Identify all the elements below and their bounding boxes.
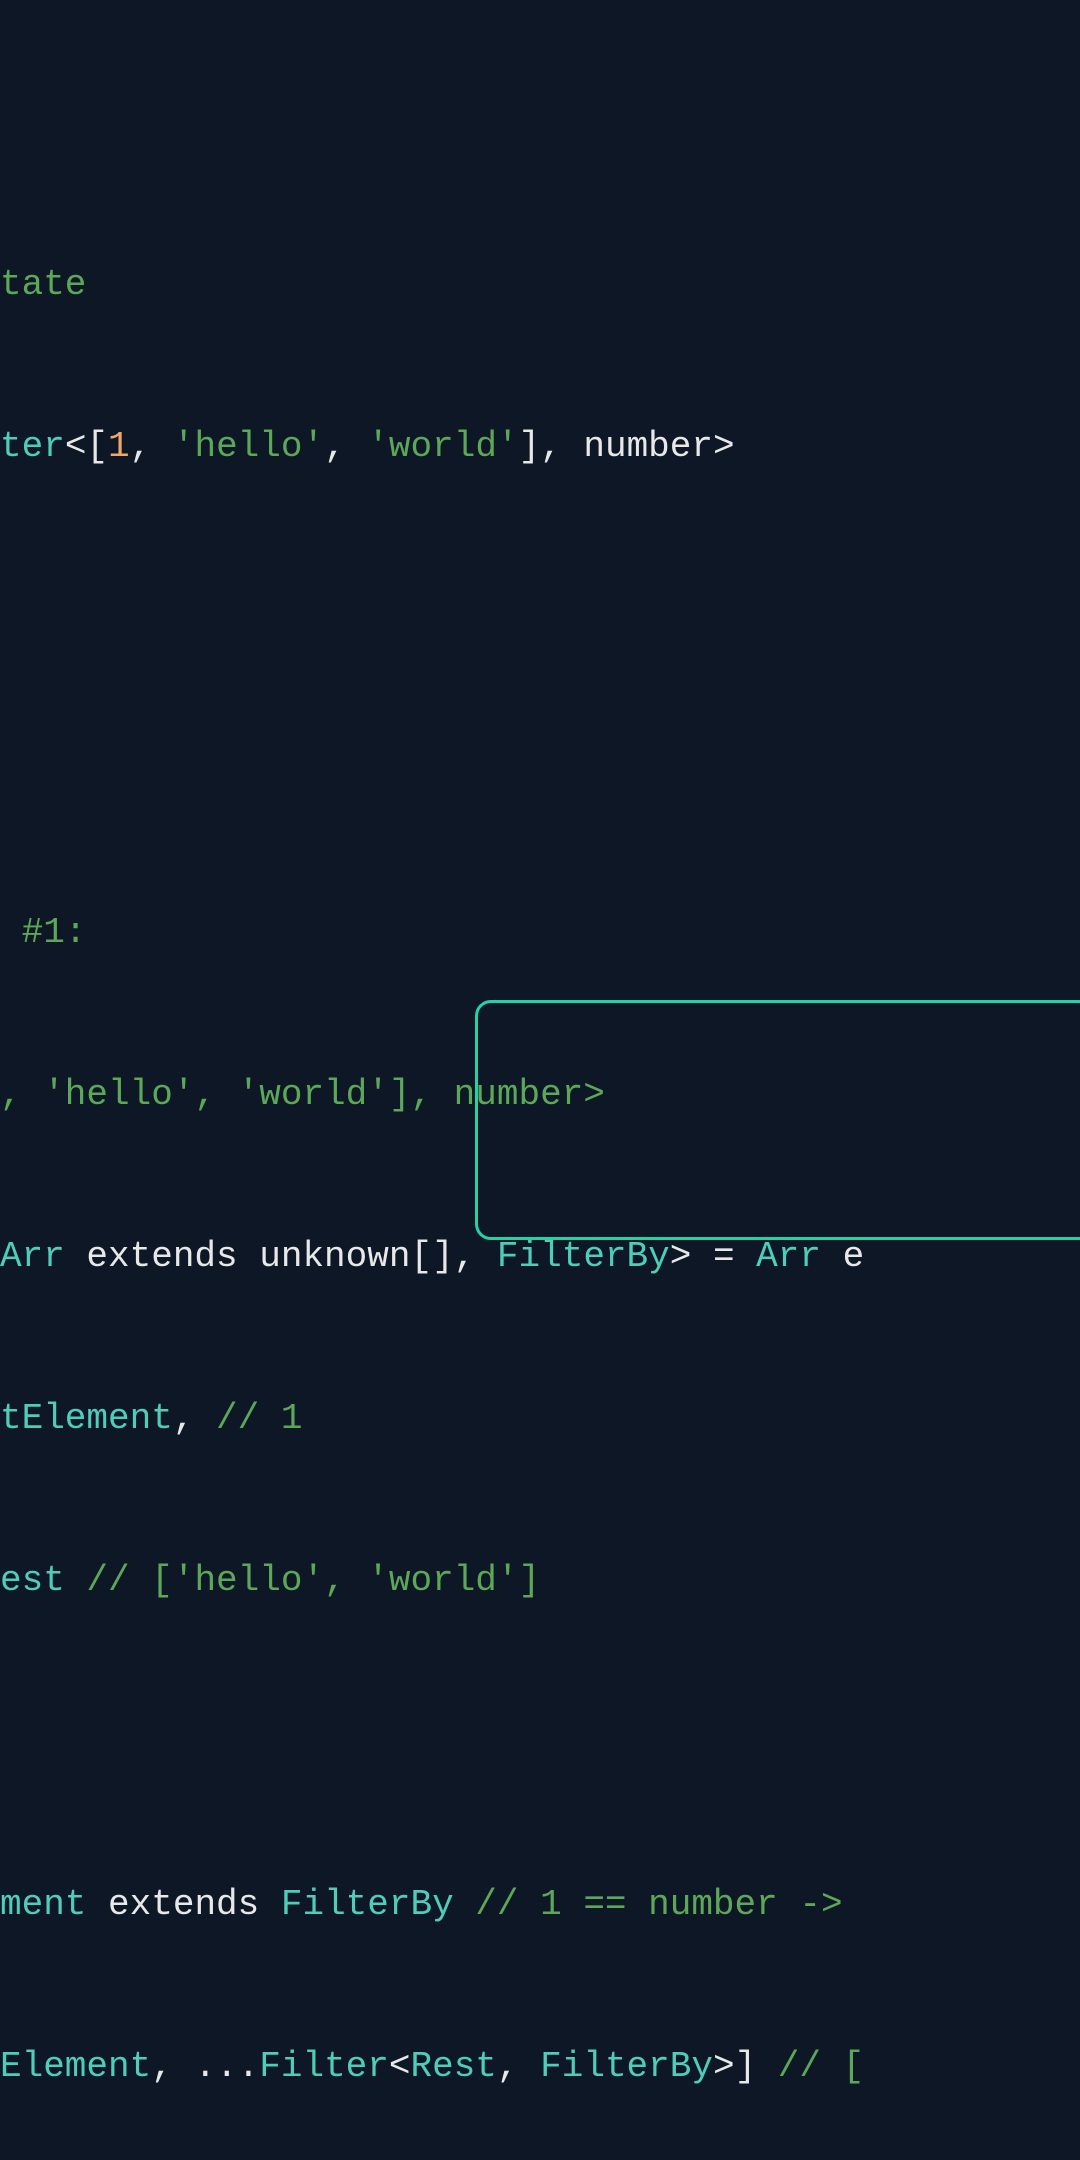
highlight-box [475, 1000, 1080, 1240]
token-string: 'world' [367, 426, 518, 467]
token-param: Rest [411, 2046, 497, 2087]
token-punct: > [713, 426, 735, 467]
token-param: Element [0, 2046, 151, 2087]
code-line-blank [0, 582, 864, 636]
token-keyword: number [583, 426, 713, 467]
token-type: ter [0, 426, 65, 467]
code-line-3: #1: [0, 906, 864, 960]
token-number: 1 [108, 426, 130, 467]
token-param: FilterBy [497, 1236, 670, 1277]
code-line-1: tate [0, 258, 864, 312]
token-comment: #1: [0, 912, 86, 953]
token-param: Arr [756, 1236, 821, 1277]
token-punct: , [130, 426, 173, 467]
token-comment: // 1 [216, 1398, 302, 1439]
token-param: ment [0, 1884, 86, 1925]
token-punct: > = [670, 1236, 756, 1277]
token-punct: [], [410, 1236, 496, 1277]
token-keyword: e [821, 1236, 864, 1277]
code-line-2: ter<[1, 'hello', 'world'], number> [0, 420, 864, 474]
code-line-9: Element, ...Filter<Rest, FilterBy>] // [ [0, 2040, 864, 2094]
token-punct: , [324, 426, 367, 467]
token-keyword: extends [65, 1236, 259, 1277]
token-punct [454, 1884, 476, 1925]
token-param: FilterBy [540, 2046, 713, 2087]
token-comment: // ['hello', 'world'] [86, 1560, 540, 1601]
code-line-6: tElement, // 1 [0, 1392, 864, 1446]
code-line-blank [0, 744, 864, 798]
token-punct: , [173, 1398, 216, 1439]
token-comment: // 1 == number -> [475, 1884, 864, 1925]
token-param: est [0, 1560, 86, 1601]
code-line-blank [0, 1716, 864, 1770]
token-punct: , ... [151, 2046, 259, 2087]
token-keyword: extends [86, 1884, 280, 1925]
token-string: 'hello' [173, 426, 324, 467]
token-comment: tate [0, 264, 86, 305]
token-punct: >] [713, 2046, 778, 2087]
token-keyword: unknown [259, 1236, 410, 1277]
code-line-8: ment extends FilterBy // 1 == number -> [0, 1878, 864, 1932]
token-type: Filter [259, 2046, 389, 2087]
token-punct: < [389, 2046, 411, 2087]
token-punct: <[ [65, 426, 108, 467]
token-param: Arr [0, 1236, 65, 1277]
token-punct: ], [519, 426, 584, 467]
token-param: FilterBy [281, 1884, 454, 1925]
token-param: tElement [0, 1398, 173, 1439]
token-punct: , [497, 2046, 540, 2087]
code-line-7: est // ['hello', 'world'] [0, 1554, 864, 1608]
token-comment: // [ [778, 2046, 864, 2087]
